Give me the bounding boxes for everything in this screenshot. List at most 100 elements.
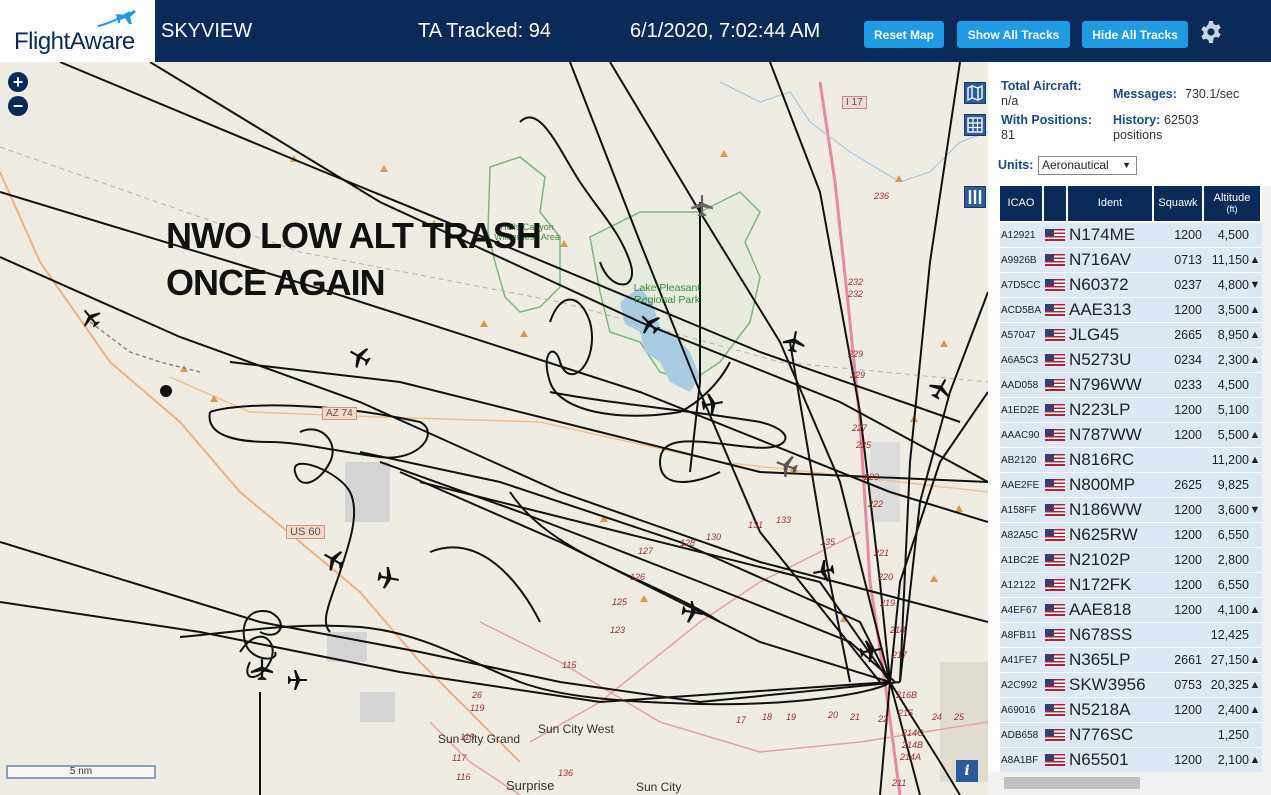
reset-map-button[interactable]: Reset Map — [864, 21, 944, 48]
aircraft-icon[interactable] — [322, 548, 346, 572]
column-header-icao[interactable]: ICAO — [1000, 186, 1044, 221]
altitude-trend-icon — [1249, 623, 1261, 647]
table-row[interactable]: A2C992 SKW3956 0753 20,325 ▲ — [1000, 673, 1262, 698]
show-all-tracks-button[interactable]: Show All Tracks — [957, 21, 1070, 48]
altitude-trend-icon — [1249, 523, 1261, 547]
aircraft-icon[interactable] — [858, 639, 882, 663]
column-header-squawk[interactable]: Squawk — [1154, 186, 1204, 221]
aircraft-icon[interactable] — [680, 600, 704, 624]
us-flag-image — [1045, 604, 1065, 616]
map-grid-button[interactable] — [964, 114, 986, 136]
altitude-trend-icon: ▲ — [1249, 304, 1261, 316]
ident-cell: N816RC — [1069, 450, 1135, 469]
table-row[interactable]: A82A5C N625RW 1200 6,550 — [1000, 523, 1262, 548]
table-row[interactable]: A8A1BF N65501 1200 2,100 ▲ — [1000, 748, 1262, 773]
table-row[interactable]: ACD5BA AAE313 1200 3,500 ▲ — [1000, 298, 1262, 323]
squawk-cell: 0233 — [1174, 378, 1202, 392]
table-row[interactable]: A12921 N174ME 1200 4,500 — [1000, 223, 1262, 248]
ident-cell: N174ME — [1069, 225, 1136, 244]
table-vertical-scrollbar[interactable] — [1262, 186, 1271, 772]
table-row[interactable]: A8FB11 N678SS 12,425 — [1000, 623, 1262, 648]
us-flag-icon — [1045, 473, 1067, 497]
altitude-trend-icon: ▲ — [1249, 754, 1261, 766]
table-row[interactable]: A4EF67 AAE818 1200 4,100 ▲ — [1000, 598, 1262, 623]
zoom-out-button[interactable]: − — [8, 96, 28, 116]
table-row[interactable]: ADB658 N776SC 1,250 — [1000, 723, 1262, 748]
aircraft-icon[interactable] — [638, 312, 662, 336]
table-row[interactable]: A158FF N186WW 1200 3,600 ▼ — [1000, 498, 1262, 523]
table-row[interactable]: AB2120 N816RC 11,200 ▲ — [1000, 448, 1262, 473]
us-flag-image — [1045, 629, 1065, 641]
route-number: 214C — [902, 728, 924, 738]
info-icon[interactable]: i — [956, 760, 978, 782]
table-row[interactable]: A1BC2E N2102P 1200 2,800 — [1000, 548, 1262, 573]
table-row[interactable]: A12122 N172FK 1200 6,550 — [1000, 573, 1262, 598]
table-row[interactable]: A1ED2E N223LP 1200 5,100 — [1000, 398, 1262, 423]
table-row[interactable]: A7D5CC N60372 0237 4,800 ▼ — [1000, 273, 1262, 298]
columns-toggle-button[interactable] — [964, 186, 986, 208]
aircraft-icon[interactable] — [286, 669, 308, 691]
aircraft-icon[interactable] — [80, 307, 102, 329]
column-header-altitude[interactable]: Altitude (ft) — [1204, 186, 1262, 221]
us-flag-image — [1045, 754, 1065, 766]
column-header-flag[interactable] — [1044, 186, 1068, 221]
route-number: 135 — [820, 537, 836, 547]
aircraft-icon[interactable] — [812, 559, 836, 583]
ident-cell: N796WW — [1069, 375, 1142, 394]
icao-cell: A7D5CC — [1001, 279, 1041, 291]
map-canvas[interactable] — [0, 62, 988, 795]
route-number: 216B — [896, 690, 918, 700]
aircraft-icon[interactable] — [690, 194, 714, 218]
icao-cell: AAD058 — [1001, 379, 1039, 391]
table-row[interactable]: AAD058 N796WW 0233 4,500 — [1000, 373, 1262, 398]
aircraft-icon[interactable] — [348, 345, 372, 369]
altitude-cell: 2,400 — [1217, 703, 1249, 717]
altitude-cell: 8,950 — [1217, 328, 1249, 342]
scrollbar-thumb[interactable] — [1004, 777, 1140, 789]
us-flag-icon — [1045, 273, 1067, 297]
column-header-ident[interactable]: Ident — [1068, 186, 1154, 221]
hide-all-tracks-button[interactable]: Hide All Tracks — [1082, 21, 1188, 48]
overlay-text-line1: NWO LOW ALT TRASH — [166, 215, 542, 256]
map-view[interactable]: I 17 AZ 74 US 60 Lake Pleasant Regional … — [0, 62, 988, 795]
table-row[interactable]: AAAC90 N787WW 1200 5,500 ▲ — [1000, 423, 1262, 448]
us-flag-image — [1045, 679, 1065, 691]
gear-icon[interactable] — [1199, 20, 1223, 44]
table-row[interactable]: A9926B N716AV 0713 11,150 ▲ — [1000, 248, 1262, 273]
route-number: 119 — [470, 703, 485, 713]
table-header: ICAO Ident Squawk Altitude (ft) — [1000, 186, 1262, 221]
aircraft-icon[interactable] — [928, 377, 952, 401]
park-label: Lake Pleasant Regional Park — [633, 282, 701, 306]
table-row[interactable]: A69016 N5218A 1200 2,400 ▲ — [1000, 698, 1262, 723]
icao-cell: A8FB11 — [1001, 629, 1037, 641]
table-horizontal-scrollbar[interactable] — [988, 772, 1271, 795]
altitude-cell: 2,800 — [1217, 553, 1249, 567]
altitude-cell: 3,600 — [1217, 503, 1249, 517]
ident-cell: N365LP — [1069, 650, 1131, 669]
units-select[interactable]: Aeronautical ▼ — [1038, 156, 1137, 175]
table-row[interactable]: A57047 JLG45 2665 8,950 ▲ — [1000, 323, 1262, 348]
aircraft-icon[interactable] — [376, 566, 400, 590]
icao-cell: A57047 — [1001, 329, 1036, 341]
ident-cell: N172FK — [1069, 575, 1132, 594]
table-row[interactable]: A6A5C3 N5273U 0234 2,300 ▲ — [1000, 348, 1262, 373]
zoom-in-button[interactable]: + — [8, 72, 28, 92]
route-number: 214B — [902, 740, 924, 750]
altitude-cell: 6,550 — [1217, 578, 1249, 592]
map-layers-button[interactable] — [964, 82, 986, 104]
squawk-cell: 0713 — [1174, 253, 1202, 267]
aircraft-icon[interactable] — [250, 658, 274, 682]
route-number: 227 — [852, 423, 868, 433]
altitude-trend-icon: ▲ — [1249, 454, 1261, 466]
aircraft-icon[interactable] — [775, 454, 799, 478]
grid-icon — [967, 117, 983, 133]
aircraft-icon[interactable] — [782, 330, 806, 354]
route-number: 133 — [776, 515, 792, 525]
us-flag-image — [1045, 504, 1065, 516]
flightaware-logo[interactable]: FlightAware — [0, 0, 155, 62]
table-row[interactable]: A41FE7 N365LP 2661 27,150 ▲ — [1000, 648, 1262, 673]
route-number: 126 — [630, 572, 646, 582]
table-row[interactable]: AAE2FE N800MP 2625 9,825 — [1000, 473, 1262, 498]
altitude-trend-icon — [1249, 398, 1261, 422]
aircraft-icon[interactable] — [700, 392, 724, 416]
